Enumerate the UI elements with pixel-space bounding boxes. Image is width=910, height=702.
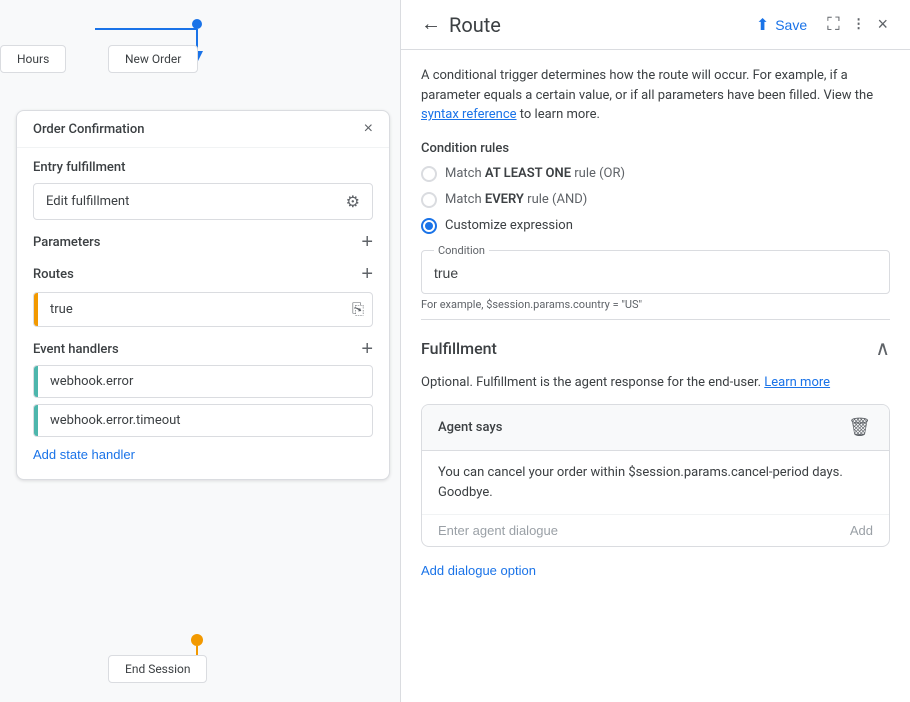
close-panel-button[interactable]: × (871, 8, 894, 41)
agent-says-card: Agent says 🗑 You can cancel your order w… (421, 404, 890, 547)
routes-title: Routes (33, 267, 74, 282)
radio-option-every[interactable]: Match EVERY rule (AND) (421, 192, 890, 208)
entry-fulfillment-header[interactable]: Entry fulfillment (33, 160, 373, 175)
radio-inner (425, 222, 433, 230)
entry-fulfillment-section: Entry fulfillment Edit fulfillment ⚙ (17, 148, 389, 220)
right-content: A conditional trigger determines how the… (401, 50, 910, 702)
learn-more-link[interactable]: Learn more (764, 375, 830, 390)
parameters-add-button[interactable]: + (361, 232, 373, 252)
handler-label-2: webhook.error.timeout (38, 405, 372, 436)
back-button[interactable]: ← (417, 9, 445, 40)
agent-dialogue-text: You can cancel your order within $sessio… (422, 451, 889, 515)
order-confirmation-card: Order Confirmation × Entry fulfillment E… (16, 110, 390, 480)
condition-rules-section: Condition rules Match AT LEAST ONE rule … (421, 141, 890, 311)
grid-button[interactable]: ⁝ (850, 8, 868, 41)
fullscreen-button[interactable]: ⛶ (821, 8, 846, 41)
left-panel: Hours New Order Order Confirmation × Ent… (0, 0, 400, 702)
event-handlers-title: Event handlers (33, 342, 119, 357)
agent-add-inline-button[interactable]: Add (850, 523, 873, 538)
save-button[interactable]: ⬆ Save (746, 9, 817, 41)
condition-rules-title: Condition rules (421, 141, 890, 156)
condition-input[interactable] (434, 261, 877, 285)
radio-at-least-one[interactable] (421, 166, 437, 182)
node-hours[interactable]: Hours (0, 45, 66, 73)
edit-icon: ⚙ (346, 192, 360, 211)
fulfillment-description: Optional. Fulfillment is the agent respo… (421, 373, 890, 393)
handler-item-1[interactable]: webhook.error (33, 365, 373, 398)
route-copy-button[interactable]: ⎘ (344, 293, 372, 326)
routes-section: Routes + true ⎘ (17, 252, 389, 327)
agent-input-row: Add (422, 515, 889, 546)
node-end-session[interactable]: End Session (108, 655, 207, 683)
parameters-section: Parameters + (17, 220, 389, 252)
fulfillment-header: Fulfillment ∧ (421, 336, 890, 361)
handler-label-1: webhook.error (38, 366, 372, 397)
condition-fieldset: Condition (421, 244, 890, 294)
radio-customize[interactable] (421, 218, 437, 234)
fulfillment-title: Fulfillment (421, 339, 497, 358)
radio-label-every: Match EVERY rule (AND) (445, 192, 587, 207)
route-label: true (38, 294, 344, 325)
save-icon: ⬆ (756, 15, 769, 35)
right-panel: ← Route ⬆ Save ⛶ ⁝ × A conditional trigg… (400, 0, 910, 702)
add-state-handler-button[interactable]: Add state handler (33, 447, 135, 462)
syntax-reference-link[interactable]: syntax reference (421, 107, 517, 122)
add-dialogue-option-button[interactable]: Add dialogue option (421, 559, 536, 582)
event-handlers-add-button[interactable]: + (361, 339, 373, 359)
close-icon: × (877, 14, 888, 34)
routes-add-button[interactable]: + (361, 264, 373, 284)
order-card-header: Order Confirmation × (17, 111, 389, 148)
event-handlers-section: Event handlers + webhook.error webhook.e… (17, 327, 389, 463)
fulfillment-section: Fulfillment ∧ Optional. Fulfillment is t… (421, 319, 890, 583)
fulfillment-collapse-button[interactable]: ∧ (875, 336, 890, 361)
agent-says-title: Agent says (438, 420, 502, 435)
routes-header[interactable]: Routes + (33, 264, 373, 284)
event-handlers-header[interactable]: Event handlers + (33, 339, 373, 359)
radio-option-customize[interactable]: Customize expression (421, 218, 890, 234)
order-card-title: Order Confirmation (33, 122, 144, 137)
parameters-header[interactable]: Parameters + (33, 232, 373, 252)
grid-icon: ⁝ (856, 14, 862, 34)
page-title: Route (449, 13, 501, 37)
radio-label-customize: Customize expression (445, 218, 573, 233)
description-text: A conditional trigger determines how the… (421, 66, 890, 125)
radio-option-at-least-one[interactable]: Match AT LEAST ONE rule (OR) (421, 166, 890, 182)
node-new-order[interactable]: New Order (108, 45, 198, 73)
right-header: ← Route ⬆ Save ⛶ ⁝ × (401, 0, 910, 50)
route-item[interactable]: true ⎘ (33, 292, 373, 327)
entry-fulfillment-title: Entry fulfillment (33, 160, 125, 175)
handler-item-2[interactable]: webhook.error.timeout (33, 404, 373, 437)
agent-dialogue-input[interactable] (438, 523, 842, 538)
fullscreen-icon: ⛶ (827, 14, 840, 34)
radio-label-at-least-one: Match AT LEAST ONE rule (OR) (445, 166, 625, 181)
condition-hint: For example, $session.params.country = "… (421, 298, 890, 311)
condition-legend: Condition (434, 244, 489, 257)
radio-every[interactable] (421, 192, 437, 208)
condition-input-group: Condition For example, $session.params.c… (421, 244, 890, 311)
agent-says-delete-button[interactable]: 🗑 (846, 415, 873, 440)
agent-says-header: Agent says 🗑 (422, 405, 889, 451)
parameters-title: Parameters (33, 235, 100, 250)
edit-fulfillment-row[interactable]: Edit fulfillment ⚙ (33, 183, 373, 220)
order-card-close-button[interactable]: × (364, 121, 373, 137)
edit-fulfillment-label: Edit fulfillment (46, 194, 129, 209)
